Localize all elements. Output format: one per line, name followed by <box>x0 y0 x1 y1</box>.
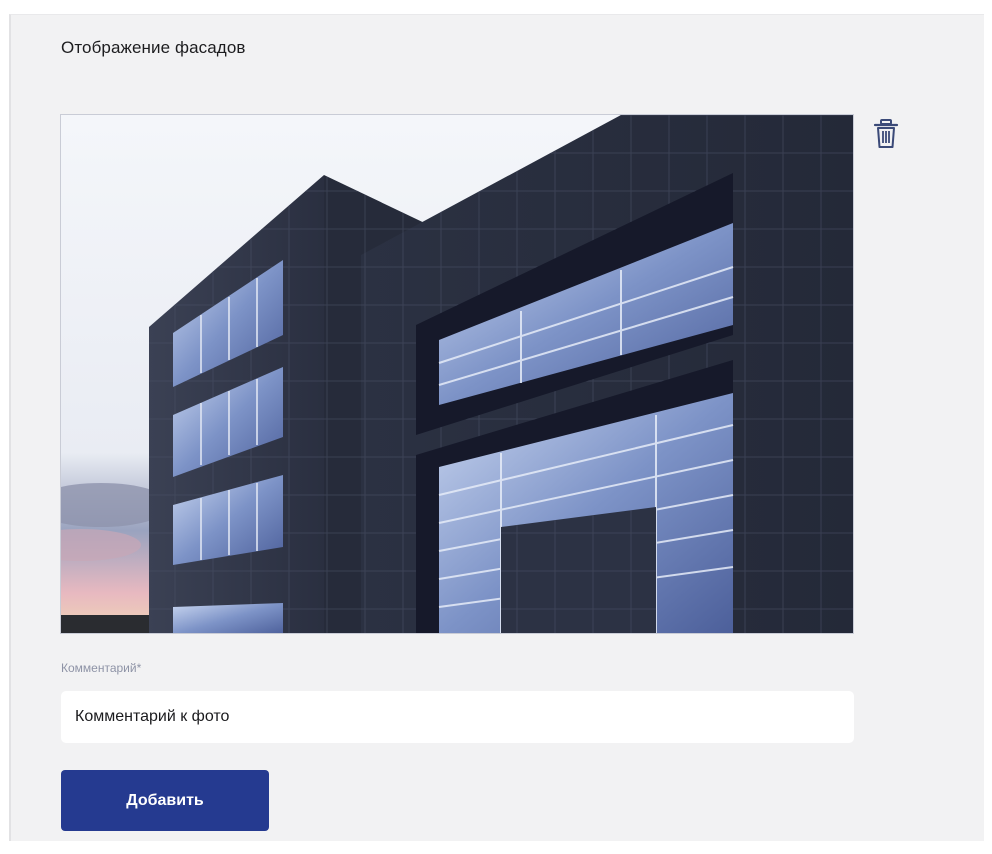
comment-label: Комментарий* <box>61 661 142 675</box>
delete-photo-button[interactable] <box>871 117 901 151</box>
facade-photo <box>60 114 854 634</box>
section-title: Отображение фасадов <box>61 38 246 57</box>
add-button[interactable]: Добавить <box>61 770 269 831</box>
facade-display-panel: Отображение фасадов Комментарий* Коммент… <box>9 14 984 841</box>
trash-icon <box>873 119 899 148</box>
comment-input[interactable] <box>61 691 854 743</box>
